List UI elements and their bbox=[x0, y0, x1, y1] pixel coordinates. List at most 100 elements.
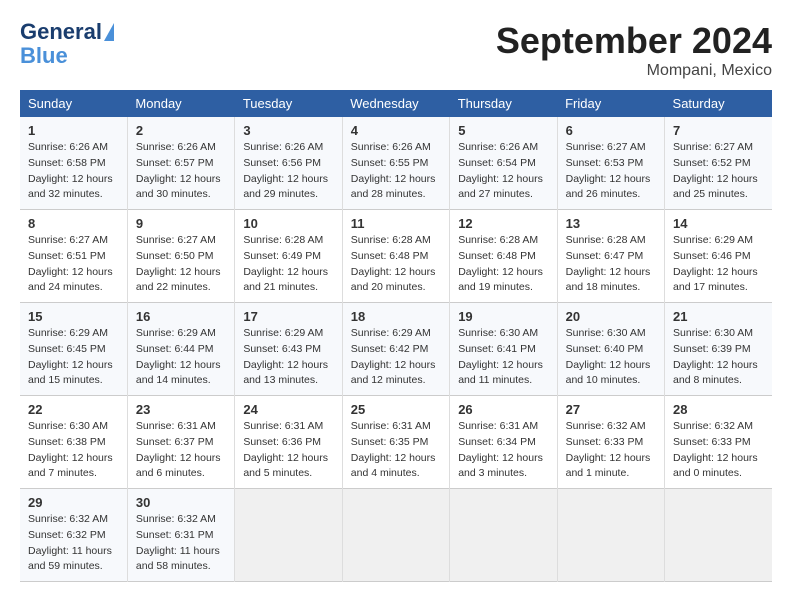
day-number: 30 bbox=[136, 495, 226, 510]
calendar-cell: 19 Sunrise: 6:30 AM Sunset: 6:41 PM Dayli… bbox=[450, 303, 557, 396]
day-number: 5 bbox=[458, 123, 548, 138]
day-info: Sunrise: 6:31 AM Sunset: 6:36 PM Dayligh… bbox=[243, 419, 333, 482]
calendar-cell: 25 Sunrise: 6:31 AM Sunset: 6:35 PM Dayli… bbox=[342, 396, 449, 489]
day-info: Sunrise: 6:29 AM Sunset: 6:42 PM Dayligh… bbox=[351, 326, 441, 389]
weekday-header-row: SundayMondayTuesdayWednesdayThursdayFrid… bbox=[20, 90, 772, 117]
calendar-cell: 27 Sunrise: 6:32 AM Sunset: 6:33 PM Dayli… bbox=[557, 396, 664, 489]
calendar-week-row: 1 Sunrise: 6:26 AM Sunset: 6:58 PM Daylig… bbox=[20, 117, 772, 210]
calendar-cell bbox=[342, 489, 449, 582]
calendar-cell: 15Sunrise: 6:29 AM Sunset: 6:45 PM Dayli… bbox=[20, 303, 127, 396]
day-number: 9 bbox=[136, 216, 226, 231]
day-number: 19 bbox=[458, 309, 548, 324]
day-info: Sunrise: 6:29 AM Sunset: 6:45 PM Dayligh… bbox=[28, 326, 119, 389]
page-header: General Blue September 2024 Mompani, Mex… bbox=[20, 20, 772, 80]
day-number: 2 bbox=[136, 123, 226, 138]
day-number: 18 bbox=[351, 309, 441, 324]
logo-general: General bbox=[20, 20, 102, 44]
calendar-cell: 22 Sunrise: 6:30 AM Sunset: 6:38 PM Dayli… bbox=[20, 396, 127, 489]
day-number: 6 bbox=[566, 123, 656, 138]
calendar-cell: 6 Sunrise: 6:27 AM Sunset: 6:53 PM Daylig… bbox=[557, 117, 664, 210]
calendar-cell: 23 Sunrise: 6:31 AM Sunset: 6:37 PM Dayli… bbox=[127, 396, 234, 489]
day-info: Sunrise: 6:30 AM Sunset: 6:40 PM Dayligh… bbox=[566, 326, 656, 389]
calendar-week-row: 8 Sunrise: 6:27 AM Sunset: 6:51 PM Daylig… bbox=[20, 210, 772, 303]
calendar-cell: 26Sunrise: 6:31 AM Sunset: 6:34 PM Dayli… bbox=[450, 396, 557, 489]
calendar-cell: 1 Sunrise: 6:26 AM Sunset: 6:58 PM Daylig… bbox=[20, 117, 127, 210]
day-info: Sunrise: 6:28 AM Sunset: 6:47 PM Dayligh… bbox=[566, 233, 656, 296]
day-number: 12 bbox=[458, 216, 548, 231]
calendar-table: SundayMondayTuesdayWednesdayThursdayFrid… bbox=[20, 90, 772, 582]
day-info: Sunrise: 6:32 AM Sunset: 6:31 PM Dayligh… bbox=[136, 512, 226, 575]
day-info: Sunrise: 6:27 AM Sunset: 6:53 PM Dayligh… bbox=[566, 140, 656, 203]
month-title: September 2024 bbox=[496, 20, 772, 62]
day-number: 7 bbox=[673, 123, 764, 138]
day-info: Sunrise: 6:26 AM Sunset: 6:56 PM Dayligh… bbox=[243, 140, 333, 203]
day-number: 20 bbox=[566, 309, 656, 324]
logo-blue: Blue bbox=[20, 44, 68, 68]
day-info: Sunrise: 6:32 AM Sunset: 6:33 PM Dayligh… bbox=[566, 419, 656, 482]
weekday-header-wednesday: Wednesday bbox=[342, 90, 449, 117]
day-number: 17 bbox=[243, 309, 333, 324]
day-number: 26 bbox=[458, 402, 548, 417]
day-info: Sunrise: 6:30 AM Sunset: 6:38 PM Dayligh… bbox=[28, 419, 119, 482]
calendar-cell: 12Sunrise: 6:28 AM Sunset: 6:48 PM Dayli… bbox=[450, 210, 557, 303]
calendar-week-row: 15Sunrise: 6:29 AM Sunset: 6:45 PM Dayli… bbox=[20, 303, 772, 396]
calendar-cell: 30 Sunrise: 6:32 AM Sunset: 6:31 PM Dayli… bbox=[127, 489, 234, 582]
day-info: Sunrise: 6:29 AM Sunset: 6:46 PM Dayligh… bbox=[673, 233, 764, 296]
calendar-cell: 7 Sunrise: 6:27 AM Sunset: 6:52 PM Daylig… bbox=[665, 117, 772, 210]
calendar-cell: 14 Sunrise: 6:29 AM Sunset: 6:46 PM Dayli… bbox=[665, 210, 772, 303]
day-number: 25 bbox=[351, 402, 441, 417]
calendar-cell: 24 Sunrise: 6:31 AM Sunset: 6:36 PM Dayli… bbox=[235, 396, 342, 489]
calendar-cell: 29Sunrise: 6:32 AM Sunset: 6:32 PM Dayli… bbox=[20, 489, 127, 582]
weekday-header-monday: Monday bbox=[127, 90, 234, 117]
day-info: Sunrise: 6:27 AM Sunset: 6:52 PM Dayligh… bbox=[673, 140, 764, 203]
calendar-cell: 28 Sunrise: 6:32 AM Sunset: 6:33 PM Dayli… bbox=[665, 396, 772, 489]
weekday-header-tuesday: Tuesday bbox=[235, 90, 342, 117]
calendar-cell: 2 Sunrise: 6:26 AM Sunset: 6:57 PM Daylig… bbox=[127, 117, 234, 210]
title-block: September 2024 Mompani, Mexico bbox=[496, 20, 772, 80]
calendar-cell: 21Sunrise: 6:30 AM Sunset: 6:39 PM Dayli… bbox=[665, 303, 772, 396]
day-number: 23 bbox=[136, 402, 226, 417]
logo: General Blue bbox=[20, 20, 114, 68]
day-info: Sunrise: 6:31 AM Sunset: 6:37 PM Dayligh… bbox=[136, 419, 226, 482]
day-number: 14 bbox=[673, 216, 764, 231]
day-number: 24 bbox=[243, 402, 333, 417]
day-number: 16 bbox=[136, 309, 226, 324]
day-number: 13 bbox=[566, 216, 656, 231]
calendar-cell bbox=[450, 489, 557, 582]
day-info: Sunrise: 6:26 AM Sunset: 6:58 PM Dayligh… bbox=[28, 140, 119, 203]
calendar-cell: 18 Sunrise: 6:29 AM Sunset: 6:42 PM Dayli… bbox=[342, 303, 449, 396]
day-number: 1 bbox=[28, 123, 119, 138]
day-info: Sunrise: 6:32 AM Sunset: 6:33 PM Dayligh… bbox=[673, 419, 764, 482]
location-label: Mompani, Mexico bbox=[496, 62, 772, 80]
day-number: 22 bbox=[28, 402, 119, 417]
weekday-header-friday: Friday bbox=[557, 90, 664, 117]
day-number: 4 bbox=[351, 123, 441, 138]
day-info: Sunrise: 6:30 AM Sunset: 6:39 PM Dayligh… bbox=[673, 326, 764, 389]
calendar-week-row: 29Sunrise: 6:32 AM Sunset: 6:32 PM Dayli… bbox=[20, 489, 772, 582]
day-info: Sunrise: 6:27 AM Sunset: 6:51 PM Dayligh… bbox=[28, 233, 119, 296]
day-number: 8 bbox=[28, 216, 119, 231]
day-number: 28 bbox=[673, 402, 764, 417]
weekday-header-sunday: Sunday bbox=[20, 90, 127, 117]
calendar-cell: 9Sunrise: 6:27 AM Sunset: 6:50 PM Daylig… bbox=[127, 210, 234, 303]
day-number: 27 bbox=[566, 402, 656, 417]
day-info: Sunrise: 6:29 AM Sunset: 6:43 PM Dayligh… bbox=[243, 326, 333, 389]
day-info: Sunrise: 6:30 AM Sunset: 6:41 PM Dayligh… bbox=[458, 326, 548, 389]
day-info: Sunrise: 6:26 AM Sunset: 6:57 PM Dayligh… bbox=[136, 140, 226, 203]
day-info: Sunrise: 6:28 AM Sunset: 6:48 PM Dayligh… bbox=[351, 233, 441, 296]
calendar-cell: 13 Sunrise: 6:28 AM Sunset: 6:47 PM Dayli… bbox=[557, 210, 664, 303]
weekday-header-saturday: Saturday bbox=[665, 90, 772, 117]
weekday-header-thursday: Thursday bbox=[450, 90, 557, 117]
day-info: Sunrise: 6:31 AM Sunset: 6:35 PM Dayligh… bbox=[351, 419, 441, 482]
day-number: 29 bbox=[28, 495, 119, 510]
calendar-cell: 4 Sunrise: 6:26 AM Sunset: 6:55 PM Daylig… bbox=[342, 117, 449, 210]
calendar-cell bbox=[557, 489, 664, 582]
calendar-cell: 11Sunrise: 6:28 AM Sunset: 6:48 PM Dayli… bbox=[342, 210, 449, 303]
day-info: Sunrise: 6:26 AM Sunset: 6:55 PM Dayligh… bbox=[351, 140, 441, 203]
calendar-cell: 8 Sunrise: 6:27 AM Sunset: 6:51 PM Daylig… bbox=[20, 210, 127, 303]
logo-triangle-icon bbox=[104, 23, 114, 41]
day-number: 3 bbox=[243, 123, 333, 138]
day-info: Sunrise: 6:26 AM Sunset: 6:54 PM Dayligh… bbox=[458, 140, 548, 203]
calendar-cell: 5 Sunrise: 6:26 AM Sunset: 6:54 PM Daylig… bbox=[450, 117, 557, 210]
day-info: Sunrise: 6:28 AM Sunset: 6:49 PM Dayligh… bbox=[243, 233, 333, 296]
